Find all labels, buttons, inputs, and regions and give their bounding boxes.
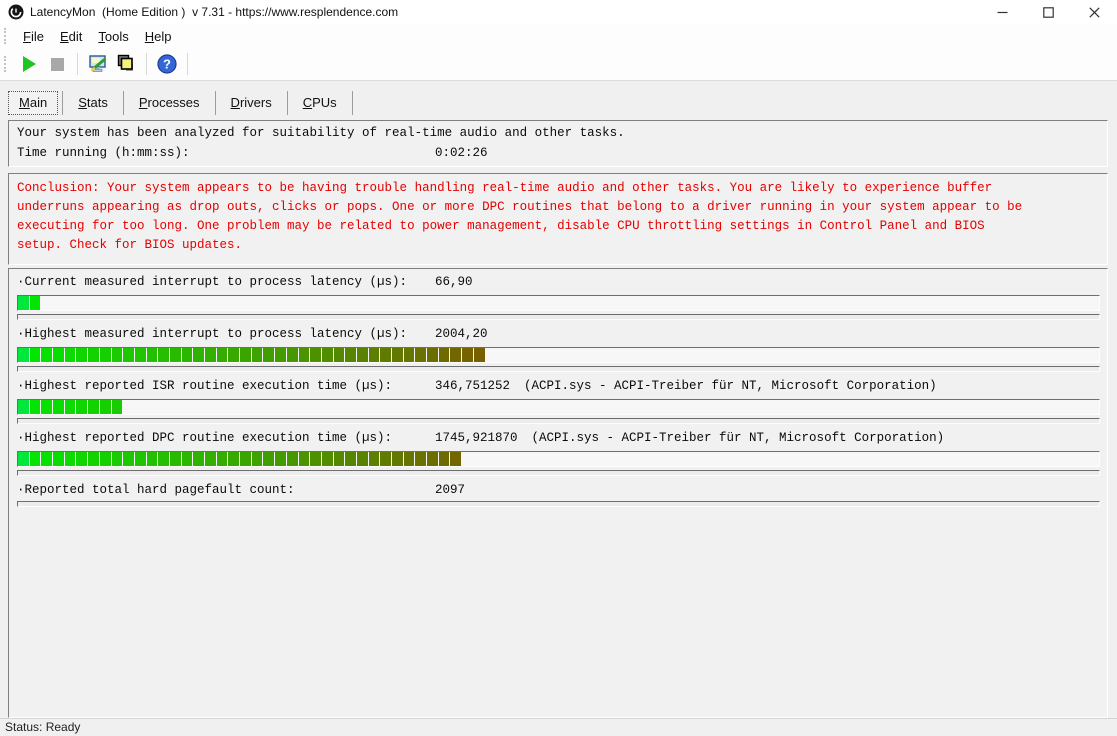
tab-main[interactable]: Main <box>8 91 58 115</box>
latency-bar <box>17 399 1100 415</box>
menu-item-file[interactable]: File <box>15 27 52 46</box>
main-content: Your system has been analyzed for suitab… <box>0 119 1117 718</box>
measurement-row: ·Highest reported ISR routine execution … <box>17 378 1099 424</box>
menu-item-help[interactable]: Help <box>137 27 180 46</box>
tab-separator <box>215 91 216 115</box>
conclusion-line: underruns appearing as drop outs, clicks… <box>17 198 1099 217</box>
tab-separator <box>123 91 124 115</box>
measurement-label: ·Reported total hard pagefault count: <box>17 483 295 497</box>
latency-bar <box>17 347 1100 363</box>
menu-item-tools[interactable]: Tools <box>90 27 136 46</box>
measurement-label: ·Highest measured interrupt to process l… <box>17 327 407 341</box>
time-running-value: 0:02:26 <box>435 146 488 160</box>
close-icon <box>1089 7 1100 18</box>
measurement-label: ·Current measured interrupt to process l… <box>17 275 407 289</box>
measurement-value: 66,90 <box>435 275 473 289</box>
conclusion-line: setup. Check for BIOS updates. <box>17 236 1099 255</box>
scale-track <box>17 501 1100 507</box>
status-text: Status: Ready <box>5 720 80 734</box>
copy-report-button[interactable] <box>112 51 140 77</box>
latency-bar <box>17 295 1100 311</box>
minimize-icon <box>997 7 1008 18</box>
tab-drivers[interactable]: Drivers <box>220 91 283 115</box>
title-bar: LatencyMon (Home Edition ) v 7.31 - http… <box>0 0 1117 24</box>
scale-track <box>17 366 1100 372</box>
measurement-value: 2097 <box>435 483 465 497</box>
measurement-row: ·Reported total hard pagefault count: 209… <box>17 482 1099 507</box>
toolbar-separator <box>77 53 78 75</box>
measurement-label: ·Highest reported DPC routine execution … <box>17 431 392 445</box>
copy-icon <box>115 53 137 75</box>
measurement-value: 2004,20 <box>435 327 488 341</box>
measurement-row: ·Current measured interrupt to process l… <box>17 274 1099 320</box>
play-icon <box>23 56 36 72</box>
start-monitor-button[interactable] <box>15 51 43 77</box>
toolbar: ? <box>0 48 1117 81</box>
measurement-value: 346,751252 <box>435 379 510 393</box>
conclusion-panel: Conclusion: Your system appears to be ha… <box>8 173 1108 265</box>
scale-track <box>17 314 1100 320</box>
tab-processes[interactable]: Processes <box>128 91 211 115</box>
app-icon <box>8 4 24 20</box>
toolbar-gripper <box>4 56 8 72</box>
stop-icon <box>51 58 64 71</box>
conclusion-line: Conclusion: Your system appears to be ha… <box>17 179 1099 198</box>
toolbar-separator <box>146 53 147 75</box>
help-icon: ? <box>156 53 178 75</box>
minimize-button[interactable] <box>979 0 1025 24</box>
tab-cpus[interactable]: CPUs <box>292 91 348 115</box>
tab-bar: Main Stats Processes Drivers CPUs <box>0 81 1117 119</box>
window-title: LatencyMon (Home Edition ) v 7.31 - http… <box>30 5 398 19</box>
status-bar: Status: Ready <box>0 718 1117 736</box>
menu-gripper <box>4 28 8 44</box>
scale-track <box>17 418 1100 424</box>
tab-separator <box>62 91 63 115</box>
tab-separator <box>287 91 288 115</box>
menu-bar: FileEditToolsHelp <box>0 24 1117 48</box>
maximize-icon <box>1043 7 1054 18</box>
window-controls <box>979 0 1117 24</box>
conclusion-line: executing for too long. One problem may … <box>17 217 1099 236</box>
driver-info: (ACPI.sys - ACPI-Treiber für NT, Microso… <box>524 379 937 393</box>
latency-bar <box>17 451 1100 467</box>
measurement-row: ·Highest measured interrupt to process l… <box>17 326 1099 372</box>
scale-track <box>17 470 1100 476</box>
measurement-label: ·Highest reported ISR routine execution … <box>17 379 392 393</box>
tab-separator <box>352 91 353 115</box>
maximize-button[interactable] <box>1025 0 1071 24</box>
time-running-label: Time running (h:mm:ss): <box>17 146 190 160</box>
monitor-pen-icon <box>87 53 109 75</box>
measurement-value: 1745,921870 <box>435 431 518 445</box>
svg-text:?: ? <box>163 57 171 72</box>
toolbar-separator <box>187 53 188 75</box>
measurements-panel: ·Current measured interrupt to process l… <box>8 268 1108 718</box>
edit-report-button[interactable] <box>84 51 112 77</box>
analysis-panel: Your system has been analyzed for suitab… <box>8 120 1108 167</box>
menu-item-edit[interactable]: Edit <box>52 27 90 46</box>
stop-monitor-button[interactable] <box>43 51 71 77</box>
analysis-text: Your system has been analyzed for suitab… <box>17 126 1099 140</box>
help-button[interactable]: ? <box>153 51 181 77</box>
driver-info: (ACPI.sys - ACPI-Treiber für NT, Microso… <box>532 431 945 445</box>
tab-stats[interactable]: Stats <box>67 91 119 115</box>
close-button[interactable] <box>1071 0 1117 24</box>
measurement-row: ·Highest reported DPC routine execution … <box>17 430 1099 476</box>
